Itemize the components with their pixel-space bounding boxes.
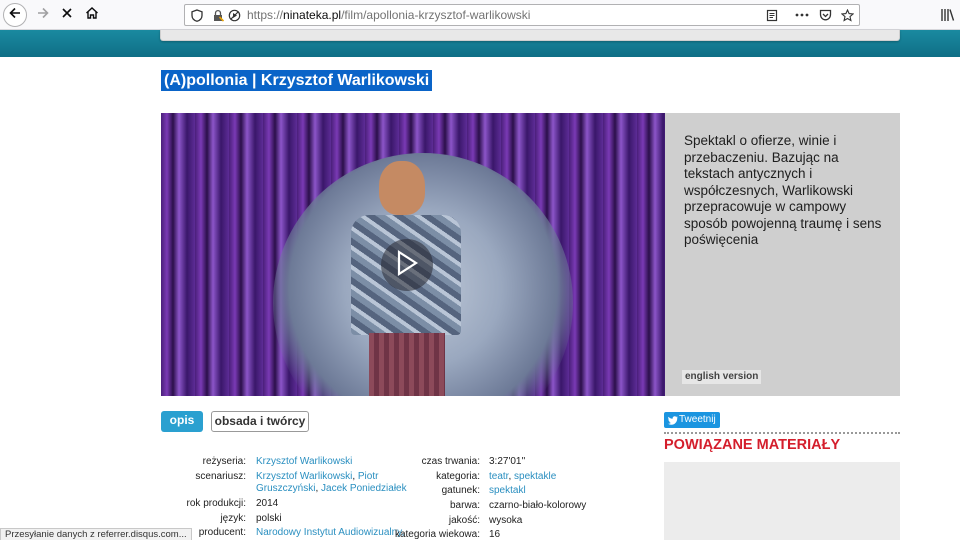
address-bar[interactable]: https://ninateka.pl/film/apollonia-krzys… <box>184 4 860 26</box>
kategoria-link-spektakle[interactable]: spektakle <box>514 471 556 482</box>
meta-value-barwa: czarno-biało-kolorowy <box>489 500 587 511</box>
description-panel: Spektakl o ofierze, winie i przebaczeniu… <box>665 113 900 396</box>
description-text: Spektakl o ofierze, winie i przebaczeniu… <box>684 133 882 247</box>
meta-label-kategoria: kategoria: <box>436 471 480 482</box>
play-icon <box>395 249 419 281</box>
meta-label-kategoria-wiekowa: kategoria wiekowa: <box>394 529 480 540</box>
meta-label-czas: czas trwania: <box>421 456 480 467</box>
meta-value-scenariusz-line1: Krzysztof Warlikowski, Piotr <box>256 471 379 482</box>
stop-button[interactable] <box>55 3 79 27</box>
divider <box>664 432 900 434</box>
forward-button[interactable] <box>31 3 55 27</box>
meta-value-kategoria: teatr, spektakle <box>489 471 557 482</box>
home-button[interactable] <box>80 3 104 27</box>
meta-value-rezyseria[interactable]: Krzysztof Warlikowski <box>256 456 352 468</box>
autoplay-blocked-icon[interactable] <box>227 8 241 22</box>
related-materials-box <box>664 462 900 540</box>
meta-label-barwa: barwa: <box>449 500 480 511</box>
kategoria-link-teatr[interactable]: teatr <box>489 471 508 482</box>
meta-label-gatunek: gatunek: <box>441 485 480 496</box>
back-button[interactable] <box>3 3 27 27</box>
meta-label-jakosc: jakość: <box>448 515 480 526</box>
meta-value-kategoria-wiekowa: 16 <box>489 529 501 540</box>
scenariusz-link-gruszczynski-part1[interactable]: Piotr <box>358 471 379 482</box>
meta-value-rok: 2014 <box>256 498 279 509</box>
page-title: (A)pollonia | Krzysztof Warlikowski <box>161 70 433 91</box>
url-text[interactable]: https://ninateka.pl/film/apollonia-krzys… <box>247 8 530 22</box>
tweet-button[interactable]: Tweetnij <box>664 412 720 428</box>
related-materials-heading: POWIĄZANE MATERIAŁY <box>664 437 841 453</box>
play-button[interactable] <box>381 239 433 291</box>
meta-value-jakosc: wysoka <box>489 515 523 526</box>
video-player[interactable] <box>161 113 665 396</box>
browser-status-bar: Przesyłanie danych z referrer.disqus.com… <box>0 528 192 540</box>
lock-icon[interactable] <box>211 8 225 22</box>
forward-arrow-icon <box>36 6 50 25</box>
browser-toolbar: https://ninateka.pl/film/apollonia-krzys… <box>0 0 960 30</box>
meta-label-rok: rok produkcji: <box>186 498 246 509</box>
meta-value-gatunek[interactable]: spektakl <box>489 485 526 497</box>
scenariusz-link-warlikowski[interactable]: Krzysztof Warlikowski <box>256 471 352 482</box>
close-icon <box>61 6 73 24</box>
reader-view-icon[interactable] <box>765 8 779 22</box>
meta-label-jezyk: język: <box>220 513 246 524</box>
tweet-label: Tweetnij <box>679 414 716 425</box>
home-icon <box>85 6 99 25</box>
meta-label-rezyseria: reżyseria: <box>202 456 246 467</box>
back-arrow-icon <box>8 6 22 25</box>
shield-icon[interactable] <box>190 8 204 22</box>
scenariusz-link-gruszczynski-part2[interactable]: Gruszczyński <box>256 483 315 494</box>
meta-value-czas: 3:27'01'' <box>489 456 526 467</box>
library-icon[interactable] <box>940 7 956 23</box>
meta-value-jezyk: polski <box>256 513 282 524</box>
twitter-bird-icon <box>668 415 678 431</box>
tab-opis[interactable]: opis <box>161 411 203 432</box>
site-navigation-bar <box>160 30 900 41</box>
meta-label-scenariusz: scenariusz: <box>195 471 246 482</box>
tab-obsada-i-tworcy[interactable]: obsada i twórcy <box>211 411 309 432</box>
more-actions-icon[interactable] <box>795 8 809 22</box>
english-version-link[interactable]: english version <box>682 370 762 384</box>
pocket-icon[interactable] <box>818 8 832 22</box>
bookmark-star-icon[interactable] <box>840 8 854 22</box>
